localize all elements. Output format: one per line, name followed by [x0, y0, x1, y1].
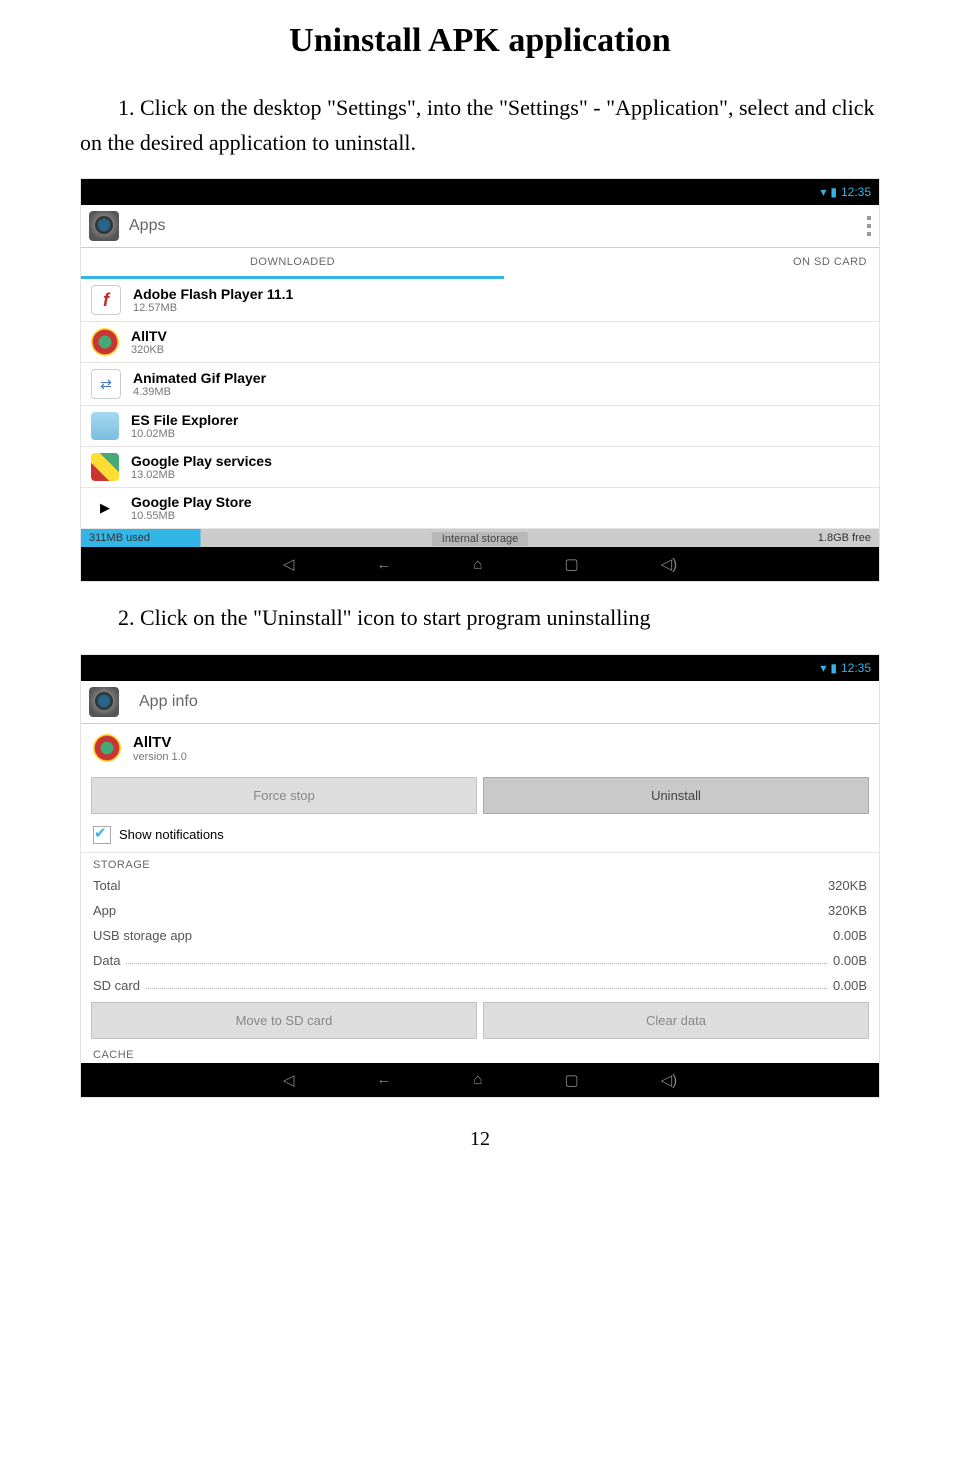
- status-bar: ▾ ▮ 12:35: [81, 179, 879, 205]
- storage-row: App320KB: [81, 898, 879, 923]
- page-title: Uninstall APK application: [0, 22, 960, 60]
- storage-row: USB storage app0.00B: [81, 923, 879, 948]
- overflow-menu-icon[interactable]: [867, 216, 871, 236]
- nav-home-icon[interactable]: ⌂: [473, 556, 482, 573]
- checkbox-checked-icon: [93, 826, 111, 844]
- instruction-1: 1. Click on the desktop "Settings", into…: [80, 90, 880, 160]
- flash-icon: f: [91, 285, 121, 315]
- app-name: Animated Gif Player: [133, 370, 266, 386]
- status-time: 12:35: [841, 185, 871, 199]
- nav-volume-down-icon[interactable]: ◁: [283, 555, 295, 573]
- nav-volume-up-icon[interactable]: ◁): [661, 555, 678, 573]
- nav-home-icon[interactable]: ⌂: [473, 1071, 482, 1088]
- app-row[interactable]: ⇄ Animated Gif Player 4.39MB: [81, 363, 879, 406]
- alltv-icon: [93, 734, 121, 762]
- app-row[interactable]: Google Play services 13.02MB: [81, 447, 879, 488]
- nav-bar: ◁ ← ⌂ ▢ ◁): [81, 547, 879, 581]
- app-name: Adobe Flash Player 11.1: [133, 286, 293, 302]
- storage-label: Internal storage: [432, 532, 528, 546]
- instruction-2: 2. Click on the "Uninstall" icon to star…: [80, 600, 880, 635]
- wifi-icon: ▾: [820, 185, 826, 199]
- storage-used: 311MB used: [89, 532, 150, 544]
- gif-icon: ⇄: [91, 369, 121, 399]
- tab-downloaded[interactable]: DOWNLOADED: [81, 248, 504, 279]
- tabs: DOWNLOADED ON SD CARD: [81, 248, 879, 279]
- app-row[interactable]: ES File Explorer 10.02MB: [81, 406, 879, 447]
- cache-section-label: CACHE: [81, 1043, 879, 1063]
- app-size: 320KB: [131, 344, 167, 356]
- nav-recent-icon[interactable]: ▢: [564, 1071, 578, 1089]
- show-notifications-checkbox[interactable]: Show notifications: [81, 818, 879, 853]
- nav-volume-up-icon[interactable]: ◁): [661, 1071, 678, 1089]
- battery-icon: ▮: [830, 185, 837, 199]
- apps-icon: [89, 211, 119, 241]
- alltv-icon: [91, 328, 119, 356]
- storage-row: SD card0.00B: [81, 973, 879, 998]
- apps-title: Apps: [129, 217, 867, 235]
- apps-icon: [89, 687, 119, 717]
- move-to-sd-button[interactable]: Move to SD card: [91, 1002, 477, 1039]
- app-row[interactable]: AllTV 320KB: [81, 322, 879, 363]
- storage-free: 1.8GB free: [818, 532, 871, 544]
- nav-recent-icon[interactable]: ▢: [564, 555, 578, 573]
- status-time: 12:35: [841, 661, 871, 675]
- app-name: Google Play services: [131, 453, 272, 469]
- app-size: 12.57MB: [133, 302, 293, 314]
- storage-section-label: STORAGE: [81, 853, 879, 873]
- screenshot-apps-list: ▾ ▮ 12:35 Apps DOWNLOADED ON SD CARD f A…: [80, 178, 880, 582]
- app-size: 13.02MB: [131, 469, 272, 481]
- show-notifications-label: Show notifications: [119, 827, 224, 842]
- page-number: 12: [0, 1128, 960, 1151]
- storage-row: Total320KB: [81, 873, 879, 898]
- app-size: 4.39MB: [133, 386, 266, 398]
- status-bar: ▾ ▮ 12:35: [81, 655, 879, 681]
- selected-app: AllTV version 1.0: [81, 724, 879, 773]
- es-file-icon: [91, 412, 119, 440]
- force-stop-button[interactable]: Force stop: [91, 777, 477, 814]
- play-services-icon: [91, 453, 119, 481]
- app-name: Google Play Store: [131, 494, 252, 510]
- app-name: ES File Explorer: [131, 412, 238, 428]
- nav-back-icon[interactable]: ←: [376, 1071, 391, 1088]
- app-info-header: App info: [81, 681, 879, 724]
- app-row[interactable]: f Adobe Flash Player 11.1 12.57MB: [81, 279, 879, 322]
- nav-back-icon[interactable]: ←: [376, 556, 391, 573]
- selected-app-version: version 1.0: [133, 751, 187, 763]
- play-store-icon: ▶: [91, 494, 119, 522]
- app-row[interactable]: ▶ Google Play Store 10.55MB: [81, 488, 879, 529]
- screenshot-app-info: ▾ ▮ 12:35 App info AllTV version 1.0 For…: [80, 654, 880, 1098]
- clear-data-button[interactable]: Clear data: [483, 1002, 869, 1039]
- app-info-title: App info: [139, 693, 198, 711]
- app-size: 10.02MB: [131, 428, 238, 440]
- storage-bar: 311MB used Internal storage 1.8GB free: [81, 529, 879, 547]
- wifi-icon: ▾: [820, 661, 826, 675]
- nav-volume-down-icon[interactable]: ◁: [283, 1071, 295, 1089]
- uninstall-button[interactable]: Uninstall: [483, 777, 869, 814]
- battery-icon: ▮: [830, 661, 837, 675]
- apps-header: Apps: [81, 205, 879, 248]
- tab-on-sd-card[interactable]: ON SD CARD: [504, 248, 879, 279]
- selected-app-name: AllTV: [133, 734, 187, 751]
- app-name: AllTV: [131, 328, 167, 344]
- app-size: 10.55MB: [131, 510, 252, 522]
- nav-bar: ◁ ← ⌂ ▢ ◁): [81, 1063, 879, 1097]
- storage-row: Data0.00B: [81, 948, 879, 973]
